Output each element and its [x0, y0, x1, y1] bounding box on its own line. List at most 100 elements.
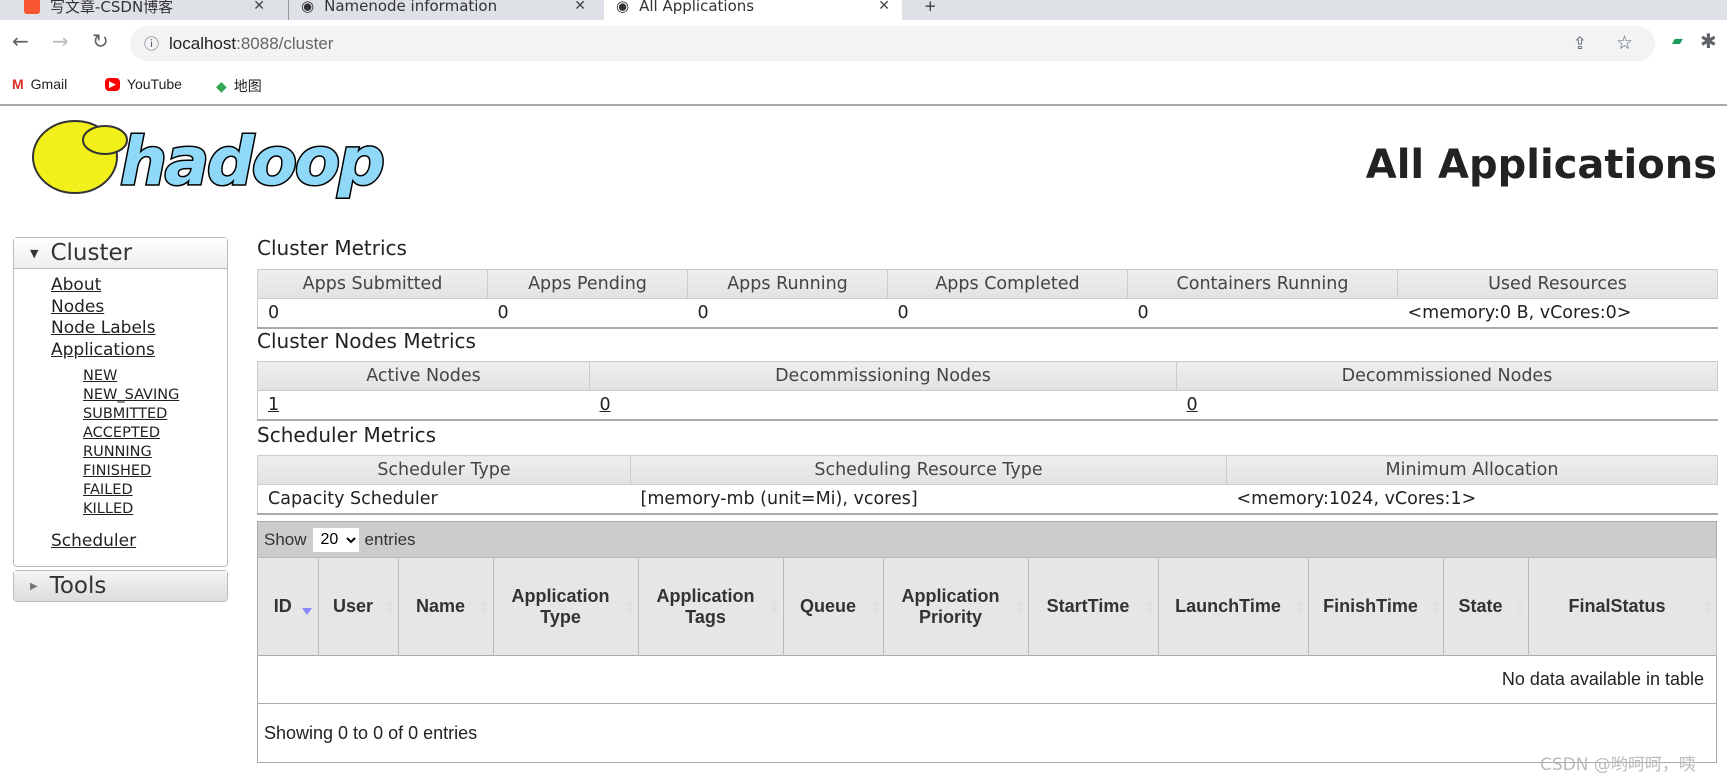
active-nodes-link[interactable]: 1	[268, 395, 279, 415]
sort-icon	[1015, 600, 1024, 614]
col-containers-running: Containers Running	[1127, 269, 1398, 299]
bookmark-gmail[interactable]: M Gmail	[12, 76, 67, 92]
share-icon[interactable]: ⇪	[1573, 34, 1587, 54]
containers-running-value: 0	[1127, 298, 1398, 329]
col-apps-pending: Apps Pending	[487, 269, 688, 299]
col-scheduler-type: Scheduler Type	[257, 455, 631, 485]
col-used-resources: Used Resources	[1397, 269, 1718, 299]
url-path: :8088/cluster	[236, 33, 334, 53]
extension-icon[interactable]: ▰	[1672, 33, 1683, 49]
col-application-type[interactable]: Application Type	[493, 557, 639, 656]
sidebar-link-new[interactable]: NEW	[83, 367, 227, 386]
bookmark-maps[interactable]: ◆ 地图	[216, 76, 262, 96]
page-size-select[interactable]: 20	[312, 527, 359, 552]
nodes-metrics-heading: Cluster Nodes Metrics	[257, 329, 476, 353]
sidebar-link-killed[interactable]: KILLED	[83, 500, 227, 519]
sort-icon	[1145, 600, 1154, 614]
apps-completed-value: 0	[887, 298, 1128, 329]
col-final-status[interactable]: FinalStatus	[1528, 557, 1717, 656]
hadoop-logo: hadoop	[32, 120, 387, 202]
minimum-allocation-value: <memory:1024, vCores:1>	[1226, 484, 1718, 515]
sort-icon	[1430, 600, 1439, 614]
sidebar-link-scheduler[interactable]: Scheduler	[51, 531, 227, 553]
sidebar-link-node-labels[interactable]: Node Labels	[51, 318, 227, 340]
tab-label: All Applications	[639, 0, 755, 15]
col-name[interactable]: Name	[398, 557, 494, 656]
scheduler-type-value: Capacity Scheduler	[257, 484, 631, 515]
decommissioned-nodes-link[interactable]: 0	[1187, 395, 1198, 415]
tab-csdn[interactable]: 写文章-CSDN博客 ✕	[12, 0, 277, 20]
close-icon[interactable]: ✕	[878, 0, 890, 14]
sort-icon	[770, 600, 779, 614]
bookmark-label: YouTube	[126, 76, 182, 92]
sidebar-link-submitted[interactable]: SUBMITTED	[83, 405, 227, 424]
col-application-priority[interactable]: Application Priority	[883, 557, 1029, 656]
applications-table-wrapper: Show 20 entries ID User Name Application…	[257, 521, 1717, 763]
page-title: All Applications	[1365, 142, 1717, 188]
reload-icon[interactable]: ↻	[92, 29, 109, 53]
close-icon[interactable]: ✕	[574, 0, 586, 14]
tab-namenode[interactable]: ◉ Namenode information ✕	[288, 0, 598, 20]
sidebar-link-accepted[interactable]: ACCEPTED	[83, 424, 227, 443]
table-info: Showing 0 to 0 of 0 entries	[264, 722, 478, 743]
extensions-puzzle-icon[interactable]: ✱	[1700, 29, 1717, 53]
entries-label: entries	[364, 529, 416, 549]
col-state[interactable]: State	[1443, 557, 1529, 656]
cluster-section-header[interactable]: ▼ Cluster	[14, 238, 227, 269]
sidebar-link-failed[interactable]: FAILED	[83, 481, 227, 500]
col-id[interactable]: ID	[258, 557, 319, 656]
col-apps-completed: Apps Completed	[887, 269, 1128, 299]
tab-bar: 写文章-CSDN博客 ✕ ◉ Namenode information ✕ ◉ …	[0, 0, 1727, 20]
bookmark-youtube[interactable]: ▶ YouTube	[105, 76, 182, 92]
col-user[interactable]: User	[318, 557, 399, 656]
scheduler-metrics-heading: Scheduler Metrics	[257, 423, 437, 447]
sort-desc-icon	[301, 608, 312, 615]
scheduling-resource-type-value: [memory-mb (unit=Mi), vcores]	[630, 484, 1227, 515]
youtube-icon: ▶	[105, 77, 120, 91]
col-application-tags[interactable]: Application Tags	[638, 557, 784, 656]
sidebar-link-about[interactable]: About	[51, 275, 227, 297]
col-label: FinalStatus	[1568, 596, 1666, 616]
sort-icon	[480, 600, 489, 614]
col-apps-running: Apps Running	[687, 269, 888, 299]
bookmarks-bar: M Gmail ▶ YouTube ◆ 地图	[0, 70, 1727, 106]
col-finish-time[interactable]: FinishTime	[1308, 557, 1444, 656]
sidebar-link-finished[interactable]: FINISHED	[83, 462, 227, 481]
cluster-label: Cluster	[50, 240, 133, 266]
sidebar-link-applications[interactable]: Applications	[51, 340, 227, 362]
sidebar-tools[interactable]: ▶ Tools	[13, 570, 228, 602]
new-tab-button[interactable]: +	[912, 0, 949, 20]
col-label: ID	[273, 596, 292, 616]
address-bar[interactable]: ⓘ localhost:8088/cluster ⇪ ☆	[130, 26, 1655, 61]
col-label: Name	[415, 596, 466, 616]
col-launch-time[interactable]: LaunchTime	[1158, 557, 1309, 656]
cluster-metrics-heading: Cluster Metrics	[257, 236, 407, 260]
cluster-metrics-table: Apps Submitted Apps Pending Apps Running Ap…	[257, 269, 1718, 329]
svg-text:hadoop: hadoop	[120, 123, 385, 200]
tools-label: Tools	[49, 573, 107, 599]
col-active-nodes: Active Nodes	[257, 361, 590, 391]
decommissioning-nodes-link[interactable]: 0	[600, 395, 611, 415]
sidebar-link-nodes[interactable]: Nodes	[51, 297, 227, 319]
sort-icon	[625, 600, 634, 614]
col-label: State	[1458, 596, 1503, 616]
forward-icon[interactable]: →	[52, 29, 69, 53]
sidebar-link-new-saving[interactable]: NEW_SAVING	[83, 386, 227, 405]
col-queue[interactable]: Queue	[783, 557, 884, 656]
col-label: User	[332, 596, 374, 616]
applications-table: ID User Name Application Type Applicatio…	[258, 557, 1717, 704]
bookmark-label: 地图	[233, 78, 262, 94]
col-label: Application Type	[511, 585, 610, 627]
col-minimum-allocation: Minimum Allocation	[1226, 455, 1718, 485]
col-apps-submitted: Apps Submitted	[257, 269, 488, 299]
star-icon[interactable]: ☆	[1616, 32, 1633, 55]
back-icon[interactable]: ←	[12, 29, 29, 53]
tab-all-applications[interactable]: ◉ All Applications ✕	[604, 0, 902, 20]
sidebar-cluster: ▼ Cluster About Nodes Node Labels Applica…	[13, 237, 228, 567]
csdn-icon	[24, 0, 40, 14]
url-host: localhost	[169, 33, 237, 53]
close-icon[interactable]: ✕	[253, 0, 265, 14]
col-start-time[interactable]: StartTime	[1028, 557, 1159, 656]
sidebar-link-running[interactable]: RUNNING	[83, 443, 227, 462]
nodes-metrics-table: Active Nodes Decommissioning Nodes Decommi…	[257, 361, 1718, 421]
